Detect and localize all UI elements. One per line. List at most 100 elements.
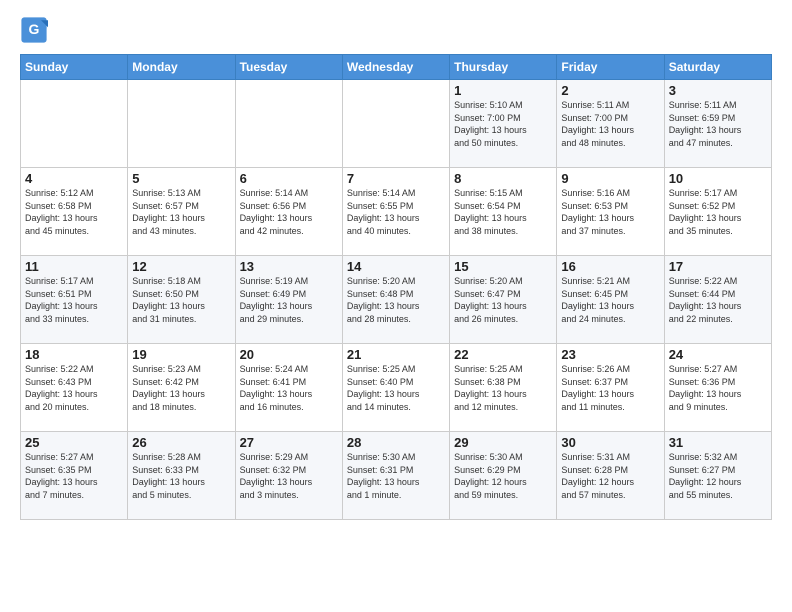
day-number: 30 — [561, 435, 659, 450]
day-number: 14 — [347, 259, 445, 274]
cell-info: Sunrise: 5:14 AM Sunset: 6:56 PM Dayligh… — [240, 187, 338, 237]
day-number: 16 — [561, 259, 659, 274]
day-number: 3 — [669, 83, 767, 98]
cell-info: Sunrise: 5:21 AM Sunset: 6:45 PM Dayligh… — [561, 275, 659, 325]
cell-info: Sunrise: 5:30 AM Sunset: 6:31 PM Dayligh… — [347, 451, 445, 501]
day-number: 2 — [561, 83, 659, 98]
cell-info: Sunrise: 5:25 AM Sunset: 6:40 PM Dayligh… — [347, 363, 445, 413]
cell-info: Sunrise: 5:30 AM Sunset: 6:29 PM Dayligh… — [454, 451, 552, 501]
cell-info: Sunrise: 5:15 AM Sunset: 6:54 PM Dayligh… — [454, 187, 552, 237]
cell-info: Sunrise: 5:27 AM Sunset: 6:35 PM Dayligh… — [25, 451, 123, 501]
cell-info: Sunrise: 5:28 AM Sunset: 6:33 PM Dayligh… — [132, 451, 230, 501]
calendar-cell: 19Sunrise: 5:23 AM Sunset: 6:42 PM Dayli… — [128, 344, 235, 432]
svg-text:G: G — [29, 21, 40, 37]
day-number: 1 — [454, 83, 552, 98]
day-number: 31 — [669, 435, 767, 450]
day-number: 19 — [132, 347, 230, 362]
cell-info: Sunrise: 5:20 AM Sunset: 6:47 PM Dayligh… — [454, 275, 552, 325]
calendar-cell: 30Sunrise: 5:31 AM Sunset: 6:28 PM Dayli… — [557, 432, 664, 520]
calendar-cell: 16Sunrise: 5:21 AM Sunset: 6:45 PM Dayli… — [557, 256, 664, 344]
day-number: 24 — [669, 347, 767, 362]
cell-info: Sunrise: 5:17 AM Sunset: 6:51 PM Dayligh… — [25, 275, 123, 325]
cell-info: Sunrise: 5:25 AM Sunset: 6:38 PM Dayligh… — [454, 363, 552, 413]
cell-info: Sunrise: 5:18 AM Sunset: 6:50 PM Dayligh… — [132, 275, 230, 325]
calendar-cell: 17Sunrise: 5:22 AM Sunset: 6:44 PM Dayli… — [664, 256, 771, 344]
calendar-cell: 29Sunrise: 5:30 AM Sunset: 6:29 PM Dayli… — [450, 432, 557, 520]
calendar-week: 1Sunrise: 5:10 AM Sunset: 7:00 PM Daylig… — [21, 80, 772, 168]
day-number: 13 — [240, 259, 338, 274]
calendar-cell: 5Sunrise: 5:13 AM Sunset: 6:57 PM Daylig… — [128, 168, 235, 256]
cell-info: Sunrise: 5:26 AM Sunset: 6:37 PM Dayligh… — [561, 363, 659, 413]
calendar-cell: 15Sunrise: 5:20 AM Sunset: 6:47 PM Dayli… — [450, 256, 557, 344]
day-header: Thursday — [450, 55, 557, 80]
cell-info: Sunrise: 5:32 AM Sunset: 6:27 PM Dayligh… — [669, 451, 767, 501]
cell-info: Sunrise: 5:11 AM Sunset: 7:00 PM Dayligh… — [561, 99, 659, 149]
calendar-cell: 27Sunrise: 5:29 AM Sunset: 6:32 PM Dayli… — [235, 432, 342, 520]
calendar-page: G SundayMondayTuesdayWednesdayThursdayFr… — [0, 0, 792, 532]
calendar-header: SundayMondayTuesdayWednesdayThursdayFrid… — [21, 55, 772, 80]
calendar-week: 4Sunrise: 5:12 AM Sunset: 6:58 PM Daylig… — [21, 168, 772, 256]
day-number: 20 — [240, 347, 338, 362]
calendar-cell: 10Sunrise: 5:17 AM Sunset: 6:52 PM Dayli… — [664, 168, 771, 256]
cell-info: Sunrise: 5:22 AM Sunset: 6:44 PM Dayligh… — [669, 275, 767, 325]
calendar-cell: 7Sunrise: 5:14 AM Sunset: 6:55 PM Daylig… — [342, 168, 449, 256]
day-header: Tuesday — [235, 55, 342, 80]
calendar-body: 1Sunrise: 5:10 AM Sunset: 7:00 PM Daylig… — [21, 80, 772, 520]
day-number: 6 — [240, 171, 338, 186]
calendar-cell: 1Sunrise: 5:10 AM Sunset: 7:00 PM Daylig… — [450, 80, 557, 168]
day-number: 9 — [561, 171, 659, 186]
calendar-cell: 31Sunrise: 5:32 AM Sunset: 6:27 PM Dayli… — [664, 432, 771, 520]
day-number: 4 — [25, 171, 123, 186]
calendar-table: SundayMondayTuesdayWednesdayThursdayFrid… — [20, 54, 772, 520]
calendar-cell — [128, 80, 235, 168]
cell-info: Sunrise: 5:16 AM Sunset: 6:53 PM Dayligh… — [561, 187, 659, 237]
calendar-week: 18Sunrise: 5:22 AM Sunset: 6:43 PM Dayli… — [21, 344, 772, 432]
calendar-cell — [21, 80, 128, 168]
calendar-cell: 11Sunrise: 5:17 AM Sunset: 6:51 PM Dayli… — [21, 256, 128, 344]
day-header: Wednesday — [342, 55, 449, 80]
cell-info: Sunrise: 5:14 AM Sunset: 6:55 PM Dayligh… — [347, 187, 445, 237]
calendar-cell: 6Sunrise: 5:14 AM Sunset: 6:56 PM Daylig… — [235, 168, 342, 256]
calendar-cell: 18Sunrise: 5:22 AM Sunset: 6:43 PM Dayli… — [21, 344, 128, 432]
calendar-cell — [342, 80, 449, 168]
day-number: 27 — [240, 435, 338, 450]
cell-info: Sunrise: 5:29 AM Sunset: 6:32 PM Dayligh… — [240, 451, 338, 501]
day-number: 29 — [454, 435, 552, 450]
day-number: 8 — [454, 171, 552, 186]
day-number: 22 — [454, 347, 552, 362]
logo-icon: G — [20, 16, 48, 44]
cell-info: Sunrise: 5:10 AM Sunset: 7:00 PM Dayligh… — [454, 99, 552, 149]
day-number: 21 — [347, 347, 445, 362]
day-header: Sunday — [21, 55, 128, 80]
calendar-cell: 20Sunrise: 5:24 AM Sunset: 6:41 PM Dayli… — [235, 344, 342, 432]
calendar-cell: 25Sunrise: 5:27 AM Sunset: 6:35 PM Dayli… — [21, 432, 128, 520]
day-number: 17 — [669, 259, 767, 274]
calendar-cell — [235, 80, 342, 168]
cell-info: Sunrise: 5:12 AM Sunset: 6:58 PM Dayligh… — [25, 187, 123, 237]
calendar-cell: 24Sunrise: 5:27 AM Sunset: 6:36 PM Dayli… — [664, 344, 771, 432]
cell-info: Sunrise: 5:23 AM Sunset: 6:42 PM Dayligh… — [132, 363, 230, 413]
day-header: Friday — [557, 55, 664, 80]
calendar-cell: 26Sunrise: 5:28 AM Sunset: 6:33 PM Dayli… — [128, 432, 235, 520]
calendar-cell: 3Sunrise: 5:11 AM Sunset: 6:59 PM Daylig… — [664, 80, 771, 168]
cell-info: Sunrise: 5:11 AM Sunset: 6:59 PM Dayligh… — [669, 99, 767, 149]
cell-info: Sunrise: 5:27 AM Sunset: 6:36 PM Dayligh… — [669, 363, 767, 413]
cell-info: Sunrise: 5:20 AM Sunset: 6:48 PM Dayligh… — [347, 275, 445, 325]
cell-info: Sunrise: 5:13 AM Sunset: 6:57 PM Dayligh… — [132, 187, 230, 237]
calendar-cell: 8Sunrise: 5:15 AM Sunset: 6:54 PM Daylig… — [450, 168, 557, 256]
logo: G — [20, 16, 52, 44]
header: G — [20, 16, 772, 44]
calendar-week: 25Sunrise: 5:27 AM Sunset: 6:35 PM Dayli… — [21, 432, 772, 520]
day-header: Monday — [128, 55, 235, 80]
calendar-cell: 21Sunrise: 5:25 AM Sunset: 6:40 PM Dayli… — [342, 344, 449, 432]
calendar-cell: 4Sunrise: 5:12 AM Sunset: 6:58 PM Daylig… — [21, 168, 128, 256]
day-number: 25 — [25, 435, 123, 450]
cell-info: Sunrise: 5:19 AM Sunset: 6:49 PM Dayligh… — [240, 275, 338, 325]
day-number: 26 — [132, 435, 230, 450]
day-header: Saturday — [664, 55, 771, 80]
cell-info: Sunrise: 5:17 AM Sunset: 6:52 PM Dayligh… — [669, 187, 767, 237]
calendar-cell: 28Sunrise: 5:30 AM Sunset: 6:31 PM Dayli… — [342, 432, 449, 520]
day-number: 7 — [347, 171, 445, 186]
day-number: 23 — [561, 347, 659, 362]
calendar-cell: 14Sunrise: 5:20 AM Sunset: 6:48 PM Dayli… — [342, 256, 449, 344]
